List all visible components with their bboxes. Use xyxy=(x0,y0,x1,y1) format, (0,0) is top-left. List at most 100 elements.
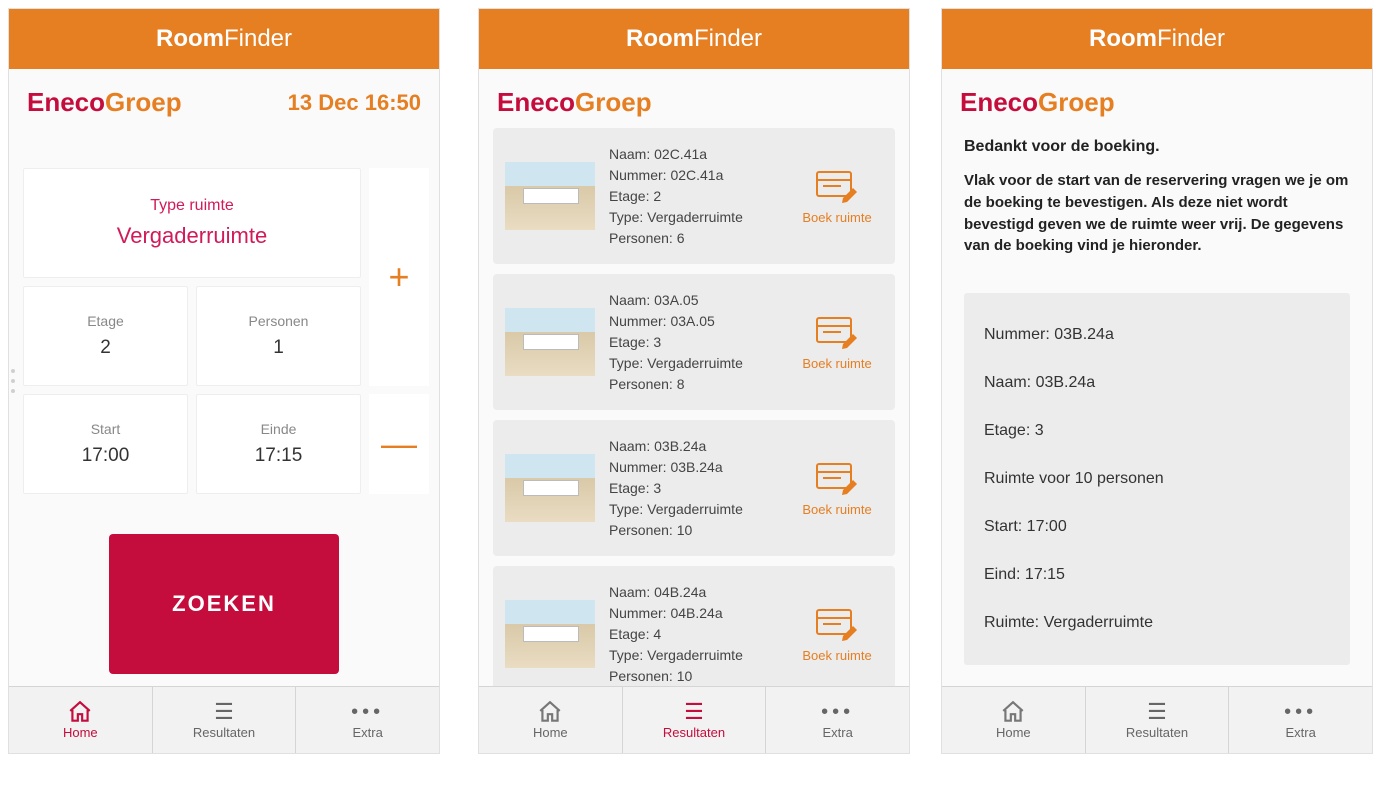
detail-nummer: Nummer: 03B.24a xyxy=(984,311,1330,359)
persons-value: 1 xyxy=(273,337,284,359)
end-time-picker[interactable]: Einde 17:15 xyxy=(196,394,361,494)
search-button[interactable]: ZOEKEN xyxy=(109,534,339,674)
more-icon: ••• xyxy=(1284,701,1317,723)
book-icon xyxy=(813,606,861,642)
search-form: Type ruimte Vergaderruimte + Etage 2 Per… xyxy=(9,128,439,494)
booking-details: Nummer: 03B.24a Naam: 03B.24a Etage: 3 R… xyxy=(964,293,1350,665)
tab-extra-label: Extra xyxy=(823,725,853,740)
tab-home[interactable]: Home xyxy=(9,687,153,753)
end-value: 17:15 xyxy=(255,445,303,467)
result-item[interactable]: Naam: 04B.24a Nummer: 04B.24a Etage: 4 T… xyxy=(493,566,895,686)
brand-row: EnecoGroep xyxy=(479,69,909,128)
current-datetime: 13 Dec 16:50 xyxy=(288,90,421,116)
brand-logo: EnecoGroep xyxy=(960,87,1115,118)
tab-extra[interactable]: ••• Extra xyxy=(1229,687,1372,753)
persons-label: Personen xyxy=(249,313,309,329)
floor-picker[interactable]: Etage 2 xyxy=(23,286,188,386)
tab-home-label: Home xyxy=(996,725,1031,740)
tab-home[interactable]: Home xyxy=(942,687,1086,753)
home-icon xyxy=(537,701,563,723)
room-thumbnail xyxy=(505,600,595,668)
result-item[interactable]: Naam: 03A.05 Nummer: 03A.05 Etage: 3 Typ… xyxy=(493,274,895,410)
app-title-bold: Room xyxy=(156,25,224,53)
detail-ruimte: Ruimte: Vergaderruimte xyxy=(984,599,1330,647)
brand-part-eneco: Eneco xyxy=(27,87,105,117)
detail-naam: Naam: 03B.24a xyxy=(984,359,1330,407)
tab-results[interactable]: ☰ Resultaten xyxy=(1086,687,1230,753)
book-icon xyxy=(813,168,861,204)
room-info: Naam: 04B.24a Nummer: 04B.24a Etage: 4 T… xyxy=(609,582,791,687)
start-time-picker[interactable]: Start 17:00 xyxy=(23,394,188,494)
increment-button[interactable]: + xyxy=(369,168,429,386)
detail-etage: Etage: 3 xyxy=(984,407,1330,455)
start-value: 17:00 xyxy=(82,445,130,467)
screen-results: RoomFinder EnecoGroep Naam: 02C.41a Numm… xyxy=(478,8,910,754)
app-title-thin: Finder xyxy=(1157,25,1225,53)
room-thumbnail xyxy=(505,162,595,230)
app-titlebar: RoomFinder xyxy=(9,9,439,69)
minus-icon: — xyxy=(381,423,417,465)
screen-confirmation: RoomFinder EnecoGroep Bedankt voor de bo… xyxy=(941,8,1373,754)
room-type-value: Vergaderruimte xyxy=(117,223,267,249)
brand-logo: EnecoGroep xyxy=(497,87,652,118)
tab-extra-label: Extra xyxy=(353,725,383,740)
screen-home: RoomFinder EnecoGroep 13 Dec 16:50 Type … xyxy=(8,8,440,754)
tab-results-label: Resultaten xyxy=(1126,725,1188,740)
bottom-tabs: Home ☰ Resultaten ••• Extra xyxy=(942,686,1372,753)
confirmation-body: Bedankt voor de boeking. Vlak voor de st… xyxy=(942,128,1372,686)
bottom-tabs: Home ☰ Resultaten ••• Extra xyxy=(9,686,439,753)
app-title-bold: Room xyxy=(1089,25,1157,53)
tab-extra[interactable]: ••• Extra xyxy=(296,687,439,753)
list-icon: ☰ xyxy=(684,701,704,723)
end-label: Einde xyxy=(261,421,297,437)
decrement-button[interactable]: — xyxy=(369,394,429,494)
room-thumbnail xyxy=(505,454,595,522)
persons-picker[interactable]: Personen 1 xyxy=(196,286,361,386)
list-icon: ☰ xyxy=(214,701,234,723)
detail-personen: Ruimte voor 10 personen xyxy=(984,455,1330,503)
more-icon: ••• xyxy=(351,701,384,723)
book-label: Boek ruimte xyxy=(802,356,871,371)
tab-results[interactable]: ☰ Resultaten xyxy=(623,687,767,753)
book-room-button[interactable]: Boek ruimte xyxy=(791,168,883,225)
tab-home[interactable]: Home xyxy=(479,687,623,753)
book-label: Boek ruimte xyxy=(802,648,871,663)
home-icon xyxy=(1000,701,1026,723)
book-icon xyxy=(813,314,861,350)
book-label: Boek ruimte xyxy=(802,210,871,225)
search-button-wrap: ZOEKEN xyxy=(9,494,439,686)
app-titlebar: RoomFinder xyxy=(942,9,1372,69)
tab-results-label: Resultaten xyxy=(193,725,255,740)
confirmation-message: Vlak voor de start van de reservering vr… xyxy=(964,170,1350,257)
book-room-button[interactable]: Boek ruimte xyxy=(791,606,883,663)
list-icon: ☰ xyxy=(1147,701,1167,723)
room-type-picker[interactable]: Type ruimte Vergaderruimte xyxy=(23,168,361,278)
results-list[interactable]: Naam: 02C.41a Nummer: 02C.41a Etage: 2 T… xyxy=(479,128,909,686)
book-icon xyxy=(813,460,861,496)
room-type-label: Type ruimte xyxy=(150,197,234,215)
app-title-thin: Finder xyxy=(694,25,762,53)
detail-eind: Eind: 17:15 xyxy=(984,551,1330,599)
page-indicator xyxy=(9,369,17,393)
detail-start: Start: 17:00 xyxy=(984,503,1330,551)
app-titlebar: RoomFinder xyxy=(479,9,909,69)
tab-results[interactable]: ☰ Resultaten xyxy=(153,687,297,753)
bottom-tabs: Home ☰ Resultaten ••• Extra xyxy=(479,686,909,753)
result-item[interactable]: Naam: 02C.41a Nummer: 02C.41a Etage: 2 T… xyxy=(493,128,895,264)
plus-icon: + xyxy=(388,256,409,298)
book-room-button[interactable]: Boek ruimte xyxy=(791,460,883,517)
tab-home-label: Home xyxy=(533,725,568,740)
start-label: Start xyxy=(91,421,121,437)
tab-extra[interactable]: ••• Extra xyxy=(766,687,909,753)
app-title-bold: Room xyxy=(626,25,694,53)
result-item[interactable]: Naam: 03B.24a Nummer: 03B.24a Etage: 3 T… xyxy=(493,420,895,556)
floor-value: 2 xyxy=(100,337,111,359)
book-room-button[interactable]: Boek ruimte xyxy=(791,314,883,371)
floor-label: Etage xyxy=(87,313,124,329)
book-label: Boek ruimte xyxy=(802,502,871,517)
brand-row: EnecoGroep 13 Dec 16:50 xyxy=(9,69,439,128)
brand-part-groep: Groep xyxy=(105,87,182,117)
home-icon xyxy=(67,701,93,723)
tab-results-label: Resultaten xyxy=(663,725,725,740)
room-info: Naam: 02C.41a Nummer: 02C.41a Etage: 2 T… xyxy=(609,144,791,249)
